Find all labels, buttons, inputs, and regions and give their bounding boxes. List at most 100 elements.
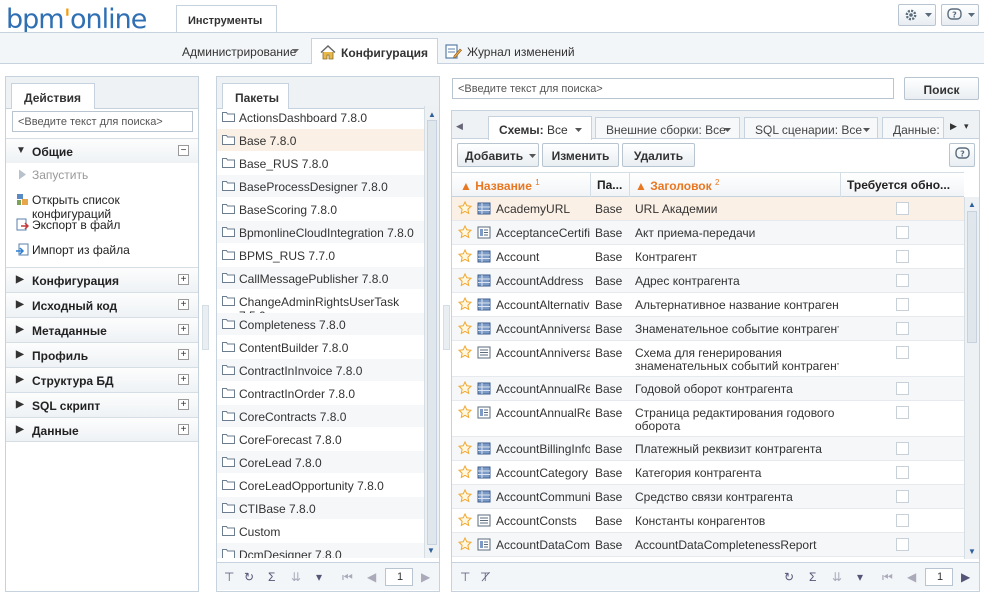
package-item[interactable]: BPMS_RUS 7.7.0: [217, 244, 424, 267]
prev-page-icon[interactable]: ◀: [367, 570, 376, 584]
help-button[interactable]: ?: [949, 143, 975, 167]
scroll-left-icon[interactable]: ◀: [456, 121, 463, 132]
group-configuration[interactable]: ▶ Конфигурация +: [6, 267, 198, 292]
scroll-down-icon[interactable]: ▼: [427, 546, 435, 555]
package-item[interactable]: CTIBase 7.8.0: [217, 497, 424, 520]
requires-update-checkbox[interactable]: [896, 202, 909, 215]
star-icon[interactable]: [458, 273, 472, 287]
sum-icon[interactable]: Σ: [268, 570, 275, 584]
action-import-from-file[interactable]: Импорт из файла: [6, 238, 198, 263]
table-row[interactable]: Account Base Контрагент: [452, 245, 964, 269]
action-run[interactable]: Запустить: [6, 163, 198, 188]
tab-change-log[interactable]: Журнал изменений: [445, 38, 575, 64]
package-item[interactable]: ContentBuilder 7.8.0: [217, 336, 424, 359]
edit-button[interactable]: Изменить: [542, 143, 619, 167]
star-icon[interactable]: [458, 537, 472, 551]
requires-update-checkbox[interactable]: [896, 466, 909, 479]
requires-update-checkbox[interactable]: [896, 382, 909, 395]
column-name[interactable]: ▲ Название 1: [452, 173, 591, 197]
package-item[interactable]: DcmDesigner 7.8.0: [217, 543, 424, 558]
group-metadata[interactable]: ▶ Метаданные +: [6, 317, 198, 342]
add-button[interactable]: Добавить: [457, 143, 539, 167]
table-row[interactable]: AccountAnnualRevenue Base Годовой оборот…: [452, 377, 964, 401]
expand-icon[interactable]: +: [178, 399, 189, 410]
tab-sql-scripts[interactable]: SQL сценарии: Все: [744, 117, 878, 139]
package-item[interactable]: BaseScoring 7.8.0: [217, 198, 424, 221]
tab-tools[interactable]: Инструменты: [176, 5, 277, 32]
tab-external-assemblies[interactable]: Внешние сборки: Все: [595, 117, 740, 139]
table-row[interactable]: AccountAnniversary Base Знаменательное с…: [452, 317, 964, 341]
requires-update-checkbox[interactable]: [896, 490, 909, 503]
page-number-input[interactable]: 1: [385, 568, 413, 586]
menu-icon[interactable]: ▾: [857, 570, 863, 584]
star-icon[interactable]: [458, 249, 472, 263]
delete-button[interactable]: Удалить: [622, 143, 695, 167]
table-row[interactable]: AccountAddress Base Адрес контрагента: [452, 269, 964, 293]
star-icon[interactable]: [458, 345, 472, 359]
action-open-config-list[interactable]: Открыть список конфигураций: [6, 188, 198, 221]
table-row[interactable]: AcademyURL Base URL Академии: [452, 197, 964, 221]
scroll-thumb[interactable]: [967, 211, 977, 343]
move-down-icon[interactable]: ⇊: [291, 570, 301, 584]
clear-filter-icon[interactable]: ⊤̸: [480, 570, 490, 584]
expand-icon[interactable]: +: [178, 374, 189, 385]
package-item[interactable]: CoreLeadOpportunity 7.8.0: [217, 474, 424, 497]
requires-update-checkbox[interactable]: [896, 514, 909, 527]
tab-schemas[interactable]: Схемы: Все: [488, 116, 592, 140]
prev-page-icon[interactable]: ◀: [907, 570, 916, 584]
table-row[interactable]: AccountConsts Base Константы конрагентов: [452, 509, 964, 533]
requires-update-checkbox[interactable]: [896, 442, 909, 455]
actions-search-input[interactable]: <Введите текст для поиска>: [12, 111, 193, 132]
star-icon[interactable]: [458, 405, 472, 419]
tab-data[interactable]: Данные:: [882, 117, 944, 139]
scroll-down-icon[interactable]: ▼: [968, 547, 976, 556]
tabs-menu-icon[interactable]: ▾: [964, 121, 969, 132]
table-row[interactable]: AccountDataCompletenessReport Base Accou…: [452, 533, 964, 557]
scroll-up-icon[interactable]: ▲: [968, 200, 976, 209]
package-item[interactable]: ChangeAdminRightsUserTask 7.5.0: [217, 290, 424, 323]
collapse-icon[interactable]: −: [178, 145, 189, 156]
package-item[interactable]: ContractInInvoice 7.8.0: [217, 359, 424, 382]
tab-administration[interactable]: Администрирование: [182, 38, 306, 64]
scroll-thumb[interactable]: [427, 120, 437, 545]
expand-icon[interactable]: +: [178, 324, 189, 335]
package-item[interactable]: CoreLead 7.8.0: [217, 451, 424, 474]
requires-update-checkbox[interactable]: [896, 406, 909, 419]
group-data[interactable]: ▶ Данные +: [6, 417, 198, 442]
sum-icon[interactable]: Σ: [809, 570, 816, 584]
package-item[interactable]: ActionsDashboard 7.8.0: [217, 106, 424, 129]
table-row[interactable]: AcceptanceCertificate Base Акт приема-пе…: [452, 221, 964, 245]
package-item[interactable]: BaseProcessDesigner 7.8.0: [217, 175, 424, 198]
schema-search-input[interactable]: <Введите текст для поиска>: [452, 78, 894, 99]
help-menu-button[interactable]: ?: [941, 4, 979, 26]
expand-icon[interactable]: +: [178, 299, 189, 310]
table-row[interactable]: AccountAnnualRevenuePage Base Страница р…: [452, 401, 964, 437]
requires-update-checkbox[interactable]: [896, 298, 909, 311]
group-source-code[interactable]: ▶ Исходный код +: [6, 292, 198, 317]
star-icon[interactable]: [458, 465, 472, 479]
page-number-input[interactable]: 1: [925, 568, 953, 586]
column-caption[interactable]: ▲ Заголовок 2: [630, 173, 841, 197]
star-icon[interactable]: [458, 321, 472, 335]
group-profile[interactable]: ▶ Профиль +: [6, 342, 198, 367]
requires-update-checkbox[interactable]: [896, 274, 909, 287]
settings-menu-button[interactable]: [898, 4, 936, 26]
first-page-icon[interactable]: ⏮: [342, 570, 353, 585]
table-row[interactable]: AccountCategory Base Категория контраген…: [452, 461, 964, 485]
package-item[interactable]: CallMessagePublisher 7.8.0: [217, 267, 424, 290]
package-item[interactable]: Base_RUS 7.8.0: [217, 152, 424, 175]
package-item[interactable]: Completeness 7.8.0: [217, 313, 424, 336]
expand-icon[interactable]: +: [178, 349, 189, 360]
scroll-right-icon[interactable]: ▶: [950, 121, 957, 132]
package-item[interactable]: CoreContracts 7.8.0: [217, 405, 424, 428]
group-db-structure[interactable]: ▶ Структура БД +: [6, 367, 198, 392]
filter-icon[interactable]: ⊤: [224, 570, 234, 584]
star-icon[interactable]: [458, 513, 472, 527]
star-icon[interactable]: [458, 489, 472, 503]
scroll-up-icon[interactable]: ▲: [428, 110, 436, 119]
splitter-handle[interactable]: [202, 305, 209, 350]
refresh-icon[interactable]: ↻: [244, 570, 254, 584]
table-row[interactable]: AccountAnniversaryScheme Base Схема для …: [452, 341, 964, 377]
schemas-scrollbar[interactable]: ▲ ▼: [964, 197, 979, 559]
requires-update-checkbox[interactable]: [896, 226, 909, 239]
